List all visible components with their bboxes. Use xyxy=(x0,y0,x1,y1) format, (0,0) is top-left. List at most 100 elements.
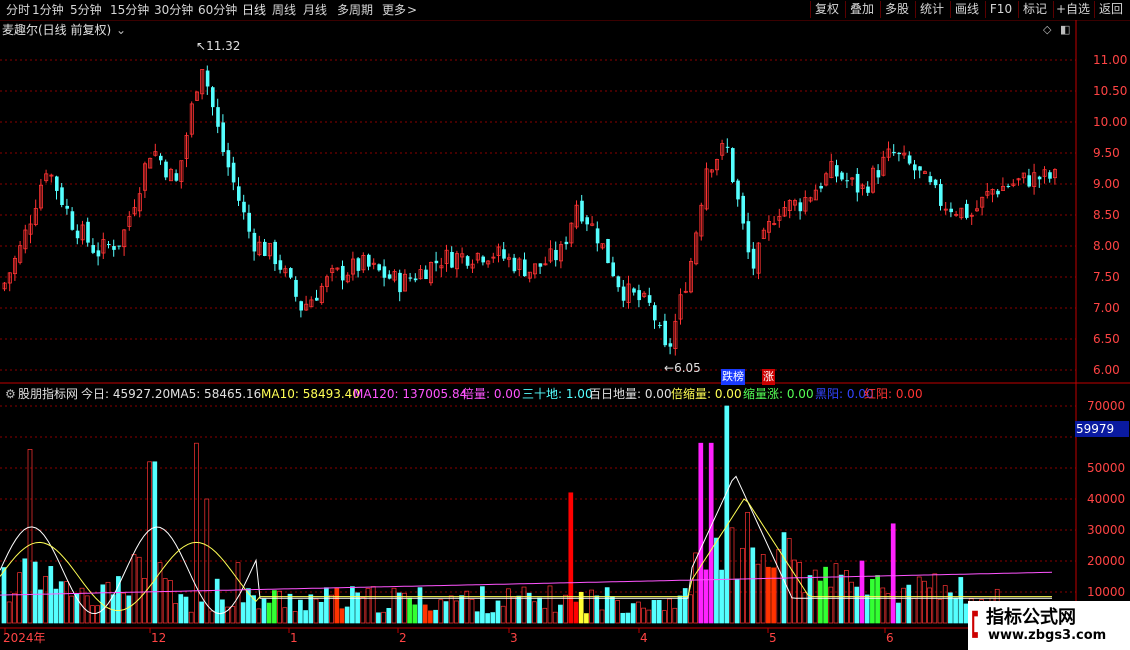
volume-bar xyxy=(615,600,620,624)
drop-rank-tag[interactable]: 跌榜 xyxy=(721,369,745,385)
rise-tag[interactable]: 涨 xyxy=(762,369,775,385)
volume-bar xyxy=(136,556,142,624)
volume-bar xyxy=(381,611,386,624)
candle-body xyxy=(663,320,667,346)
volume-bar xyxy=(896,602,901,624)
volume-bar xyxy=(480,586,485,624)
volume-bar xyxy=(651,600,657,624)
volume-bar xyxy=(396,592,402,624)
volume-bar xyxy=(173,603,178,624)
volume-bar xyxy=(672,607,678,624)
volume-bar xyxy=(677,595,683,624)
volume-bar xyxy=(162,578,168,624)
watermark-url: www.zbgs3.com xyxy=(988,628,1107,643)
candle-body xyxy=(621,286,626,301)
candle-body xyxy=(1037,176,1042,180)
volume-bar xyxy=(12,592,17,624)
indicator-value-1: MA5: 58465.16 xyxy=(170,387,262,401)
candle-body xyxy=(538,263,543,267)
volume-bar xyxy=(168,580,173,624)
price-tick: 7.50 xyxy=(1093,270,1120,284)
candle-body xyxy=(481,256,485,263)
volume-bar xyxy=(682,588,688,624)
candle-body xyxy=(616,276,621,288)
candle-body xyxy=(221,122,225,153)
volume-bar xyxy=(558,604,563,624)
volume-bar xyxy=(459,595,464,624)
volume-bar xyxy=(776,549,782,624)
volume-bar xyxy=(272,590,277,624)
volume-bar xyxy=(870,578,875,624)
kline-chart[interactable] xyxy=(0,0,1130,650)
indicator-value-10: 红阳: 0.00 xyxy=(864,387,923,401)
volume-bar xyxy=(48,566,54,624)
candle-body xyxy=(658,324,662,326)
grid xyxy=(0,59,1076,593)
low-price-label: ←6.05 xyxy=(664,361,701,375)
volume-bar xyxy=(230,606,236,624)
volume-bar xyxy=(422,604,428,624)
candle-body xyxy=(216,107,220,127)
volume-bar xyxy=(688,594,693,624)
volume-bar xyxy=(786,538,792,624)
volume-bar xyxy=(584,613,589,624)
candle-body xyxy=(918,166,922,171)
candle-body xyxy=(1048,172,1052,179)
settings-icon[interactable]: ⚙ xyxy=(5,386,16,402)
volume-bar xyxy=(506,588,511,624)
candle-body xyxy=(341,265,345,281)
volume-bar xyxy=(443,601,449,624)
current-volume-marker: 59979 xyxy=(1075,421,1129,437)
volume-bar xyxy=(183,596,189,624)
candle-body xyxy=(273,241,277,265)
volume-bar xyxy=(318,601,324,624)
volume-bar xyxy=(386,607,392,624)
candle-body xyxy=(866,186,870,193)
candle-body xyxy=(367,254,371,267)
volume-bar xyxy=(282,607,288,624)
price-tick: 11.00 xyxy=(1093,53,1128,67)
candle-body xyxy=(731,148,735,183)
date-tick: 6 xyxy=(886,631,894,645)
volume-bar xyxy=(58,581,64,624)
candle-body xyxy=(174,173,179,181)
volume-bar xyxy=(292,611,298,624)
candle-body xyxy=(746,221,751,253)
candle-body xyxy=(465,256,470,266)
volume-bar xyxy=(807,575,813,624)
volume-bar xyxy=(303,610,308,624)
volume-bar xyxy=(771,567,776,624)
candle-body xyxy=(86,221,90,243)
candle-body xyxy=(913,164,917,171)
volume-bar xyxy=(620,612,626,624)
candle-body xyxy=(736,180,740,200)
volume-bar xyxy=(838,574,844,624)
volume-bar xyxy=(641,607,646,624)
candle-body xyxy=(278,260,283,270)
volume-bar xyxy=(110,594,116,624)
indicator-value-8: 缩量涨: 0.00 xyxy=(743,387,814,401)
volume-bar xyxy=(922,580,927,624)
candle-body xyxy=(855,173,860,193)
candle-body xyxy=(237,186,241,201)
volume-bar xyxy=(105,581,111,624)
volume-bar xyxy=(542,607,548,624)
volume-bar xyxy=(516,595,522,624)
volume-bar xyxy=(277,590,282,624)
candle-body xyxy=(668,343,673,347)
watermark-title: 指标公式网 xyxy=(986,607,1076,628)
volume-bar xyxy=(755,563,761,624)
candle-body xyxy=(1006,185,1011,187)
price-tick: 9.00 xyxy=(1093,177,1120,191)
volume-bar xyxy=(833,563,839,624)
indicator-value-4: 倍量: 0.00 xyxy=(462,387,521,401)
volume-bar xyxy=(32,561,38,624)
price-tick: 10.50 xyxy=(1093,84,1128,98)
volume-bar xyxy=(568,492,574,624)
date-tick: 2 xyxy=(399,631,407,645)
candle-body xyxy=(897,152,901,155)
volume-bar xyxy=(64,581,69,624)
indicator-name[interactable]: 股朋指标网 xyxy=(18,386,78,402)
volume-bar xyxy=(27,449,33,624)
volume-bar xyxy=(734,578,740,624)
